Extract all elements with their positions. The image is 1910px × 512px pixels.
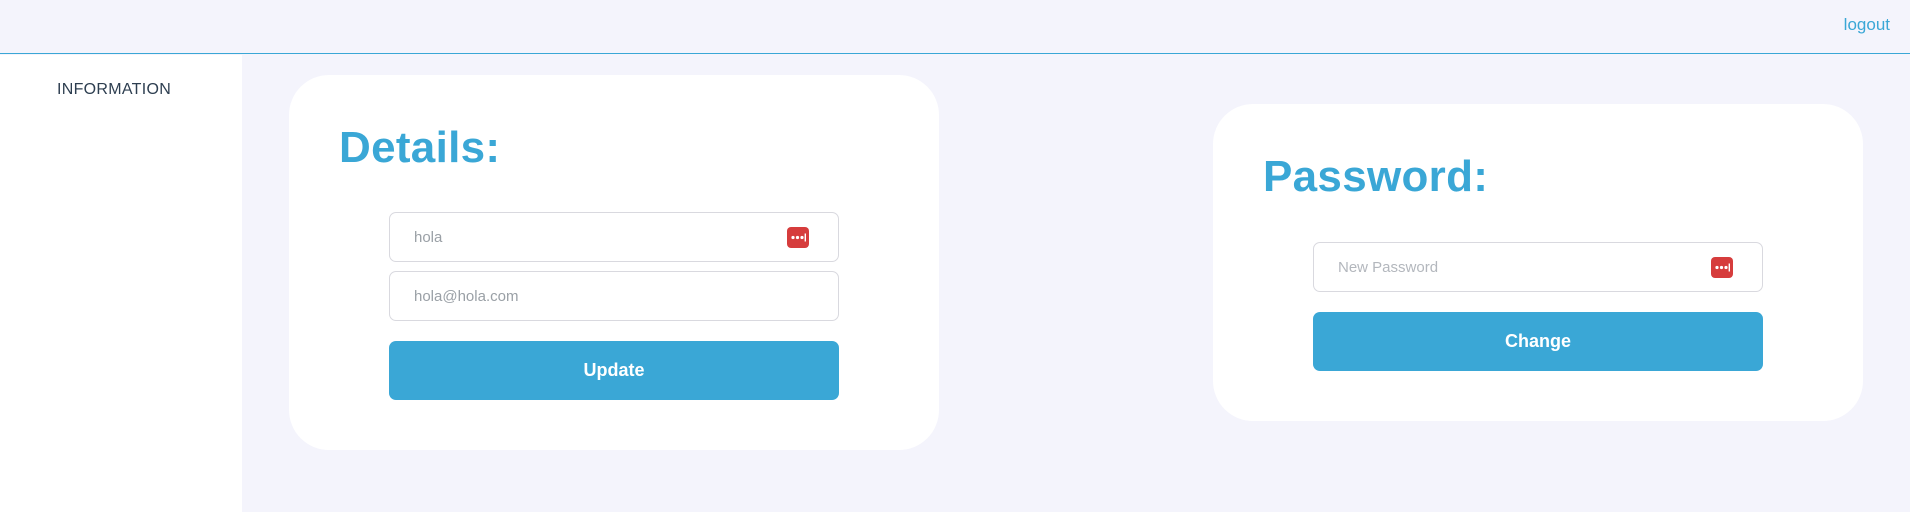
name-input[interactable] (390, 213, 838, 261)
sidebar: INFORMATION (0, 55, 242, 512)
password-title: Password: (1263, 152, 1489, 201)
email-input[interactable] (390, 272, 838, 320)
new-password-input[interactable] (1314, 243, 1762, 291)
new-password-field (1313, 242, 1763, 292)
sidebar-item-information[interactable]: INFORMATION (57, 81, 171, 99)
logout-link[interactable]: logout (1844, 15, 1890, 35)
update-button[interactable]: Update (389, 341, 839, 400)
email-field (389, 271, 839, 321)
details-title: Details: (339, 123, 501, 172)
name-field (389, 212, 839, 262)
password-manager-icon[interactable] (787, 227, 809, 248)
password-card: Password: Change (1213, 104, 1863, 421)
change-button[interactable]: Change (1313, 312, 1763, 371)
top-bar: logout (0, 0, 1910, 54)
password-manager-icon[interactable] (1711, 257, 1733, 278)
details-card: Details: Update (289, 75, 939, 450)
